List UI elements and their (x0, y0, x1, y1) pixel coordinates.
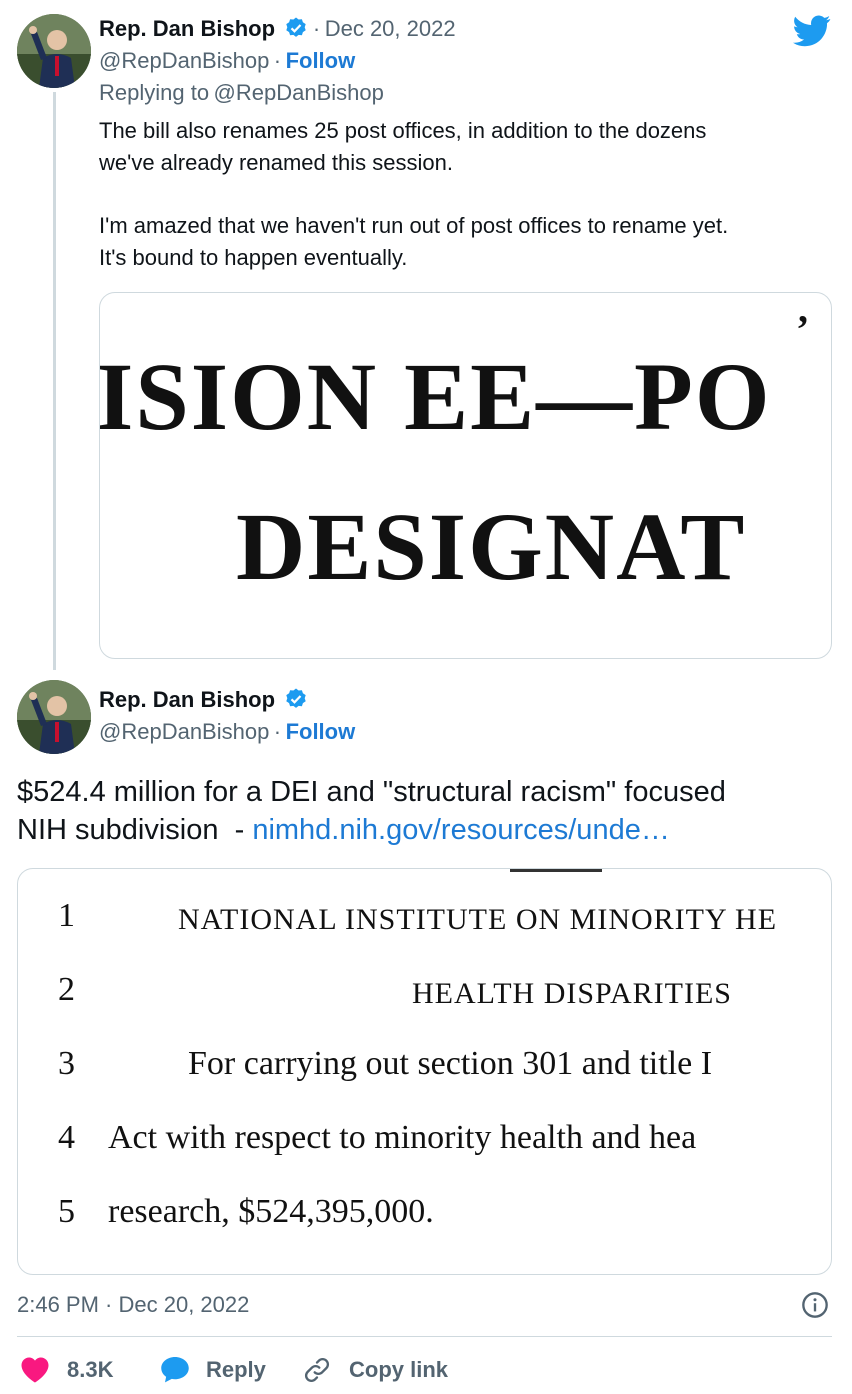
heart-icon (21, 1357, 49, 1383)
tweet-link[interactable]: nimhd.nih.gov/resources/unde… (252, 814, 670, 846)
author-name[interactable]: Rep. Dan Bishop (99, 687, 275, 712)
document-line: Act with respect to minority health and … (108, 1119, 697, 1156)
verified-icon (284, 687, 308, 716)
replying-handle[interactable]: @RepDanBishop (214, 80, 384, 105)
verified-icon (284, 16, 308, 45)
tweet-text: $524.4 million for a DEI and "structural… (17, 773, 832, 849)
avatar[interactable] (17, 680, 91, 754)
tweet-text-line: It's bound to happen eventually. (99, 244, 408, 270)
tweet-date[interactable]: Dec 20, 2022 (325, 16, 456, 41)
document-line: NATIONAL INSTITUTE ON MINORITY HE (178, 903, 778, 936)
tweet-text-line: The bill also renames 25 post offices, i… (99, 118, 707, 143)
line-number: 1 (58, 897, 75, 934)
like-count: 8.3K (67, 1357, 114, 1382)
document-line: research, $524,395,000. (108, 1193, 434, 1230)
tweet-image[interactable]: 1 NATIONAL INSTITUTE ON MINORITY HE 2 HE… (17, 868, 832, 1275)
line-number: 3 (58, 1045, 75, 1082)
image-text: ISION EE—PO (99, 343, 772, 450)
copy-link-button[interactable]: Copy link (303, 1354, 463, 1386)
separator: · (273, 48, 282, 73)
reply-bubble-icon (161, 1357, 189, 1383)
tweet-timestamp[interactable]: 2:46 PM · Dec 20, 2022 (17, 1292, 249, 1318)
tweet-text-line: I'm amazed that we haven't run out of po… (99, 213, 729, 238)
separator: · (312, 16, 321, 41)
document-line: For carrying out section 301 and title I (188, 1045, 713, 1082)
replying-label: Replying to (99, 80, 210, 105)
tweet-text-line: $524.4 million for a DEI and "structural… (17, 776, 726, 808)
twitter-bird-icon[interactable] (793, 15, 831, 52)
thread-line (53, 92, 56, 670)
tweet-text: The bill also renames 25 post offices, i… (99, 115, 819, 273)
like-button[interactable]: 8.3K (20, 1354, 130, 1386)
separator: · (273, 719, 282, 744)
tweet-text-line: we've already renamed this session. (99, 149, 453, 175)
image-text: DESIGNAT (236, 493, 747, 600)
follow-button[interactable]: Follow (286, 719, 356, 744)
image-mark: , (798, 292, 808, 331)
tweet-image[interactable]: , ISION EE—PO DESIGNAT (99, 292, 832, 659)
reply-label: Reply (206, 1357, 266, 1382)
author-name[interactable]: Rep. Dan Bishop (99, 16, 275, 41)
follow-button[interactable]: Follow (286, 48, 356, 73)
reply-button[interactable]: Reply (160, 1354, 280, 1386)
image-artifact (510, 869, 602, 872)
author-handle[interactable]: @RepDanBishop (99, 719, 269, 744)
author-handle[interactable]: @RepDanBishop (99, 48, 269, 73)
line-number: 5 (58, 1193, 75, 1230)
line-number: 2 (58, 971, 75, 1008)
copy-link-label: Copy link (349, 1357, 449, 1382)
link-icon (304, 1357, 330, 1383)
tweet-text-line: NIH subdivision - (17, 814, 253, 846)
avatar[interactable] (17, 14, 91, 88)
document-line: HEALTH DISPARITIES (412, 977, 732, 1010)
info-icon[interactable] (801, 1291, 829, 1324)
line-number: 4 (58, 1119, 75, 1156)
divider (17, 1336, 832, 1337)
